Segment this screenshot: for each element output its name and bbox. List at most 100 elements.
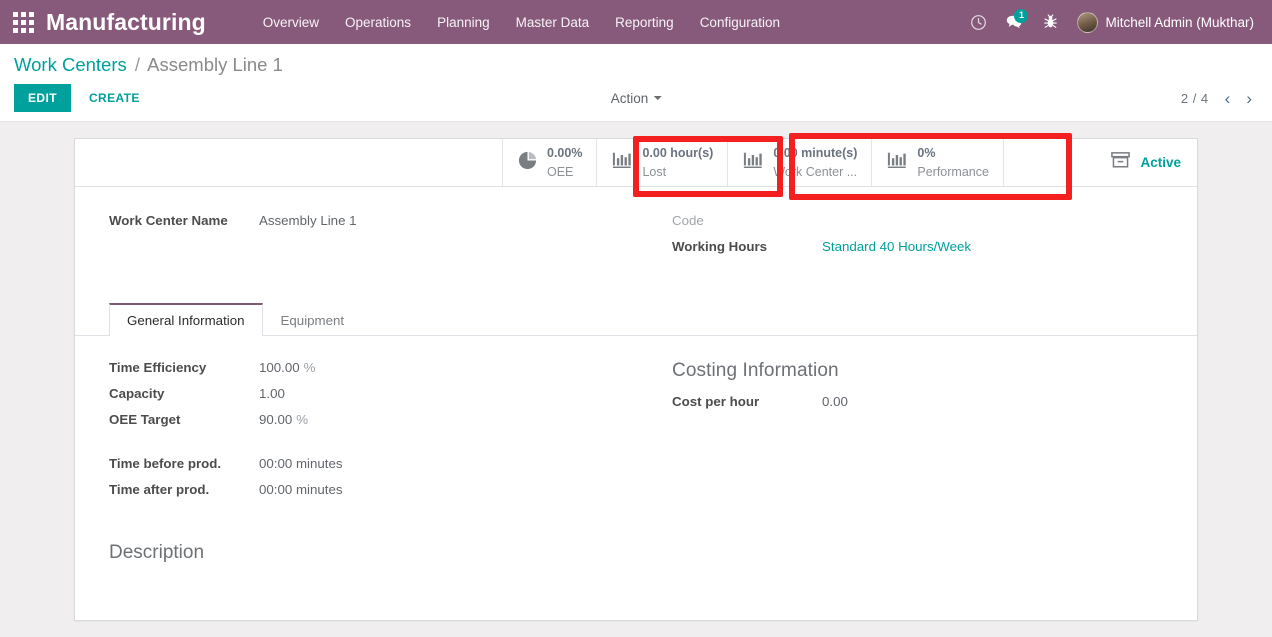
archive-status-button[interactable]: Active [1094, 139, 1197, 186]
breadcrumb-separator: / [134, 54, 141, 75]
avatar [1077, 11, 1099, 33]
apps-grid-icon[interactable] [0, 0, 46, 44]
stat-button-lost-hours[interactable]: 0.00 hour(s) Lost [597, 139, 729, 186]
navbar-systray: 1 Mitchell Admin (Mukthar) [961, 7, 1258, 37]
oee-target-label: OEE Target [109, 412, 181, 427]
apps-grid-glyph [12, 11, 34, 33]
stat-button-productivity-text: 0.00 minute(s) Work Center ... [773, 144, 857, 182]
form-header-columns: Work Center Name Assembly Line 1 Code Wo… [109, 213, 1163, 265]
breadcrumb-work-centers[interactable]: Work Centers [14, 54, 127, 75]
time-efficiency-label: Time Efficiency [109, 360, 207, 375]
time-efficiency-value[interactable]: 100.00 [259, 360, 300, 375]
breadcrumb: Work Centers / Assembly Line 1 [14, 54, 1258, 76]
stat-bar-spacer [75, 139, 503, 186]
bar-chart-icon [611, 150, 633, 175]
cost-per-hour-value[interactable]: 0.00 [822, 394, 848, 409]
description-value[interactable] [109, 564, 1163, 590]
stat-performance-value: 0% [917, 145, 936, 160]
archive-status-label: Active [1140, 155, 1181, 170]
messages-icon[interactable]: 1 [997, 7, 1031, 37]
tab-general-information[interactable]: General Information [109, 303, 263, 336]
edit-button[interactable]: EDIT [14, 84, 71, 112]
archive-box-icon [1110, 150, 1131, 175]
field-capacity: Capacity 1.00 [109, 386, 636, 405]
general-info-columns: Time Efficiency 100.00 % Capacity 1.00 O… [109, 360, 1163, 508]
control-panel-buttons: EDIT CREATE Action 2 / 4 ‹ › [14, 83, 1258, 113]
field-work-center-name: Work Center Name Assembly Line 1 [109, 213, 636, 232]
stat-button-lost-text: 0.00 hour(s) Lost [642, 144, 713, 182]
menu-item-reporting[interactable]: Reporting [602, 3, 687, 42]
oee-target-unit: % [296, 412, 309, 427]
field-time-before-prod: Time before prod. 00:00 minutes [109, 456, 636, 475]
sheet-container: 0.00% OEE 0.00 hour(s) Lost 0.00 minute(… [0, 122, 1272, 621]
code-label: Code [672, 213, 704, 228]
pager-previous-button[interactable]: ‹ [1219, 88, 1237, 109]
time-after-prod-value[interactable]: 00:00 minutes [259, 482, 343, 497]
field-cost-per-hour: Cost per hour 0.00 [672, 394, 1163, 413]
time-before-prod-label: Time before prod. [109, 456, 222, 471]
pager-next-button[interactable]: › [1240, 88, 1258, 109]
notebook-tabs: General Information Equipment [75, 303, 1197, 336]
stat-button-oee[interactable]: 0.00% OEE [503, 139, 598, 186]
bar-chart-icon [742, 150, 764, 175]
stat-performance-label: Performance [917, 164, 989, 179]
create-button[interactable]: CREATE [76, 84, 153, 112]
general-info-left-column: Time Efficiency 100.00 % Capacity 1.00 O… [109, 360, 636, 508]
pager-value: 2 / 4 [1180, 90, 1209, 106]
stat-oee-value: 0.00% [547, 145, 583, 160]
breadcrumb-current-record: Assembly Line 1 [147, 54, 283, 75]
field-time-after-prod: Time after prod. 00:00 minutes [109, 482, 636, 501]
chevron-down-icon [653, 96, 662, 100]
user-name-label: Mitchell Admin (Mukthar) [1105, 14, 1254, 30]
stat-button-performance[interactable]: 0% Performance [872, 139, 1004, 186]
app-brand-title: Manufacturing [46, 8, 206, 35]
smart-button-bar: 0.00% OEE 0.00 hour(s) Lost 0.00 minute(… [75, 139, 1197, 187]
control-panel: Work Centers / Assembly Line 1 EDIT CREA… [0, 44, 1272, 122]
menu-item-configuration[interactable]: Configuration [687, 3, 793, 42]
action-dropdown[interactable]: Action [611, 91, 662, 106]
notebook: General Information Equipment Time Effic… [75, 303, 1197, 620]
record-form-sheet: 0.00% OEE 0.00 hour(s) Lost 0.00 minute(… [74, 133, 1198, 621]
pager: 2 / 4 ‹ › [1181, 88, 1258, 109]
capacity-label: Capacity [109, 386, 165, 401]
time-after-prod-label: Time after prod. [109, 482, 210, 497]
stat-button-work-center-productivity[interactable]: 0.00 minute(s) Work Center ... [728, 139, 873, 186]
messages-badge: 1 [1014, 9, 1029, 23]
cost-per-hour-label: Cost per hour [672, 394, 760, 409]
stat-lost-label: Lost [642, 164, 667, 179]
field-time-efficiency: Time Efficiency 100.00 % [109, 360, 636, 379]
menu-item-master-data[interactable]: Master Data [503, 3, 603, 42]
stat-productivity-label: Work Center ... [773, 164, 858, 179]
field-oee-target: OEE Target 90.00 % [109, 412, 636, 431]
menu-item-overview[interactable]: Overview [250, 3, 332, 42]
field-code: Code [672, 213, 1163, 232]
form-header-right-column: Code Working Hours Standard 40 Hours/Wee… [636, 213, 1163, 265]
capacity-value[interactable]: 1.00 [259, 386, 285, 401]
menu-item-planning[interactable]: Planning [424, 3, 503, 42]
user-menu[interactable]: Mitchell Admin (Mukthar) [1069, 11, 1258, 33]
work-center-name-value[interactable]: Assembly Line 1 [259, 213, 357, 228]
bar-chart-icon [886, 150, 908, 175]
clock-icon[interactable] [961, 7, 995, 37]
stat-oee-label: OEE [547, 164, 574, 179]
work-center-name-label: Work Center Name [109, 213, 228, 228]
tab-equipment[interactable]: Equipment [263, 303, 363, 336]
menu-item-operations[interactable]: Operations [332, 3, 424, 42]
time-efficiency-unit: % [303, 360, 316, 375]
time-before-prod-value[interactable]: 00:00 minutes [259, 456, 343, 471]
action-dropdown-label: Action [610, 90, 649, 106]
stat-button-performance-text: 0% Performance [917, 144, 989, 182]
stat-lost-value: 0.00 hour(s) [642, 145, 714, 160]
field-group-divider [109, 438, 636, 456]
working-hours-value[interactable]: Standard 40 Hours/Week [822, 239, 971, 254]
pie-chart-icon [517, 150, 538, 176]
stat-productivity-value: 0.00 minute(s) [773, 145, 858, 160]
field-working-hours: Working Hours Standard 40 Hours/Week [672, 239, 1163, 258]
main-menu: Overview Operations Planning Master Data… [250, 3, 793, 42]
form-header-left-column: Work Center Name Assembly Line 1 [109, 213, 636, 265]
general-info-right-column: Costing Information Cost per hour 0.00 [636, 360, 1163, 508]
costing-information-title: Costing Information [672, 360, 839, 381]
debug-bug-icon[interactable] [1033, 7, 1067, 37]
form-header-fields: Work Center Name Assembly Line 1 Code Wo… [75, 187, 1197, 275]
oee-target-value[interactable]: 90.00 [259, 412, 292, 427]
